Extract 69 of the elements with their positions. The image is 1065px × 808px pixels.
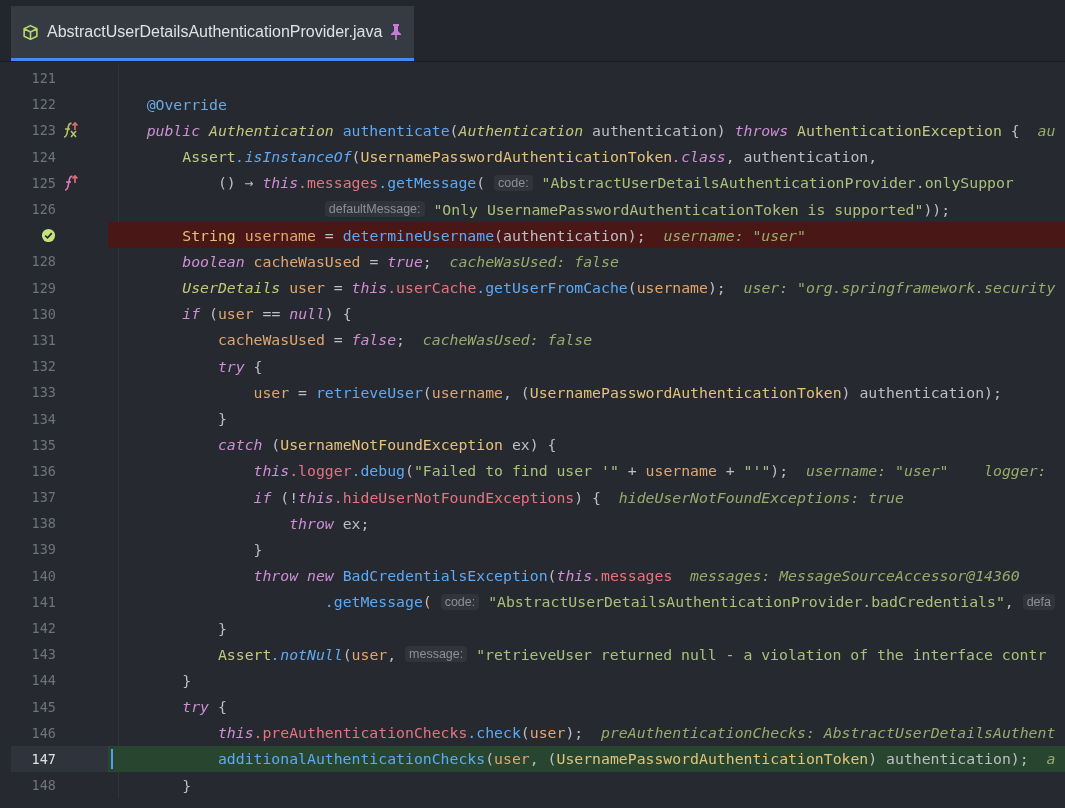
line-number: 144 [31, 672, 56, 689]
line-number: 139 [31, 541, 56, 558]
code-text: cacheWasUsed = false; cacheWasUsed: false [217, 331, 593, 349]
code-text: @Override [146, 95, 227, 113]
line-number: 134 [31, 410, 56, 427]
breakpoint-check-icon[interactable] [41, 227, 56, 243]
code-text: } [217, 410, 227, 428]
parameter-hint: code: [494, 174, 533, 191]
line-number: 121 [31, 70, 56, 87]
line-number: 124 [31, 148, 56, 165]
line-number: 123 [31, 122, 56, 139]
line-number: 125 [31, 174, 56, 191]
code-text: additionalAuthenticationChecks(user, (UsernamePasswordAuthenticationToken) authentication); a [217, 750, 1056, 768]
line-number: 133 [31, 384, 56, 401]
code-text: String username = determineUsername(authentication); username: "user" [182, 226, 806, 244]
line-number: 130 [31, 305, 56, 322]
code-text: } [217, 619, 227, 637]
line-number: 148 [31, 777, 56, 794]
code-text: try { [217, 357, 263, 375]
line-number: 146 [31, 724, 56, 741]
line-number: 138 [31, 515, 56, 532]
code-text: public Authentication authenticate(Authentication authentication) throws AuthenticationException { au [146, 121, 1056, 139]
line-number: 145 [31, 698, 56, 715]
code-text: catch (UsernameNotFoundException ex) { [217, 436, 557, 454]
code-text: } [182, 776, 192, 794]
code-text: UserDetails user = this.userCache.getUserFromCache(username); user: "org.springframework.security [182, 279, 1056, 297]
line-number: 131 [31, 331, 56, 348]
code-text: Assert.isInstanceOf(UsernamePasswordAuthenticationToken.class, authentication, [182, 148, 878, 166]
line-number: 122 [31, 96, 56, 113]
code-text: "AbstractUserDetailsAuthenticationProvider.badCredentials", [487, 593, 1015, 611]
function-arrow-icon[interactable] [61, 121, 79, 140]
code-text: this.preAuthenticationChecks.check(user); preAuthenticationChecks: AbstractUserDetailsAuthent [217, 724, 1056, 742]
line-number: 132 [31, 358, 56, 375]
line-number: 135 [31, 436, 56, 453]
code-text: user = retrieveUser(username, (UsernamePasswordAuthenticationToken) authentication); [253, 383, 1002, 401]
line-number: 140 [31, 567, 56, 584]
line-number: 137 [31, 489, 56, 506]
line-number: 129 [31, 279, 56, 296]
cube-icon [22, 23, 39, 41]
line-number: 126 [31, 201, 56, 218]
parameter-hint: code: [440, 593, 480, 610]
parameter-hint: defa [1022, 593, 1055, 610]
code-text: throw new BadCredentialsException(this.messages messages: MessageSourceAccessor@14360 [253, 567, 1020, 585]
code-text: boolean cacheWasUsed = true; cacheWasUsed: false [182, 252, 619, 270]
code-text: if (!this.hideUserNotFoundExceptions) { hideUserNotFoundExceptions: true [253, 488, 904, 506]
line-number: 141 [31, 593, 56, 610]
code-text: if (user == null) { [182, 305, 352, 323]
code-text: try { [182, 698, 227, 716]
text-cursor [111, 748, 113, 770]
pin-icon[interactable] [390, 23, 403, 41]
code-text: "retrieveUser returned null - a violation of the interface contr [475, 645, 1047, 663]
parameter-hint: defaultMessage: [324, 201, 425, 218]
code-text: } [182, 671, 192, 689]
parameter-hint: message: [405, 646, 468, 663]
code-text: } [253, 540, 263, 558]
tab-title: AbstractUserDetailsAuthenticationProvider.java [47, 23, 383, 41]
code-text: this.logger.debug("Failed to find user '" + username + "'"); username: "user" logger: [253, 462, 1047, 480]
code-text: throw ex; [289, 514, 370, 532]
line-number: 128 [31, 253, 56, 270]
file-tab[interactable]: AbstractUserDetailsAuthenticationProvider.java [11, 6, 415, 61]
code-text: () → this.messages.getMessage( [217, 174, 487, 192]
code-text: .getMessage( [324, 593, 433, 611]
code-text: Assert.notNull(user, [217, 645, 398, 663]
line-number: 142 [31, 620, 56, 637]
code-text: "Only UsernamePasswordAuthenticationToken is supported")); [432, 200, 951, 218]
line-number: 143 [31, 646, 56, 663]
line-number: 147 [31, 750, 56, 767]
code-text: "AbstractUserDetailsAuthenticationProvider.onlySuppor [540, 174, 1014, 192]
line-number: 136 [31, 462, 56, 479]
